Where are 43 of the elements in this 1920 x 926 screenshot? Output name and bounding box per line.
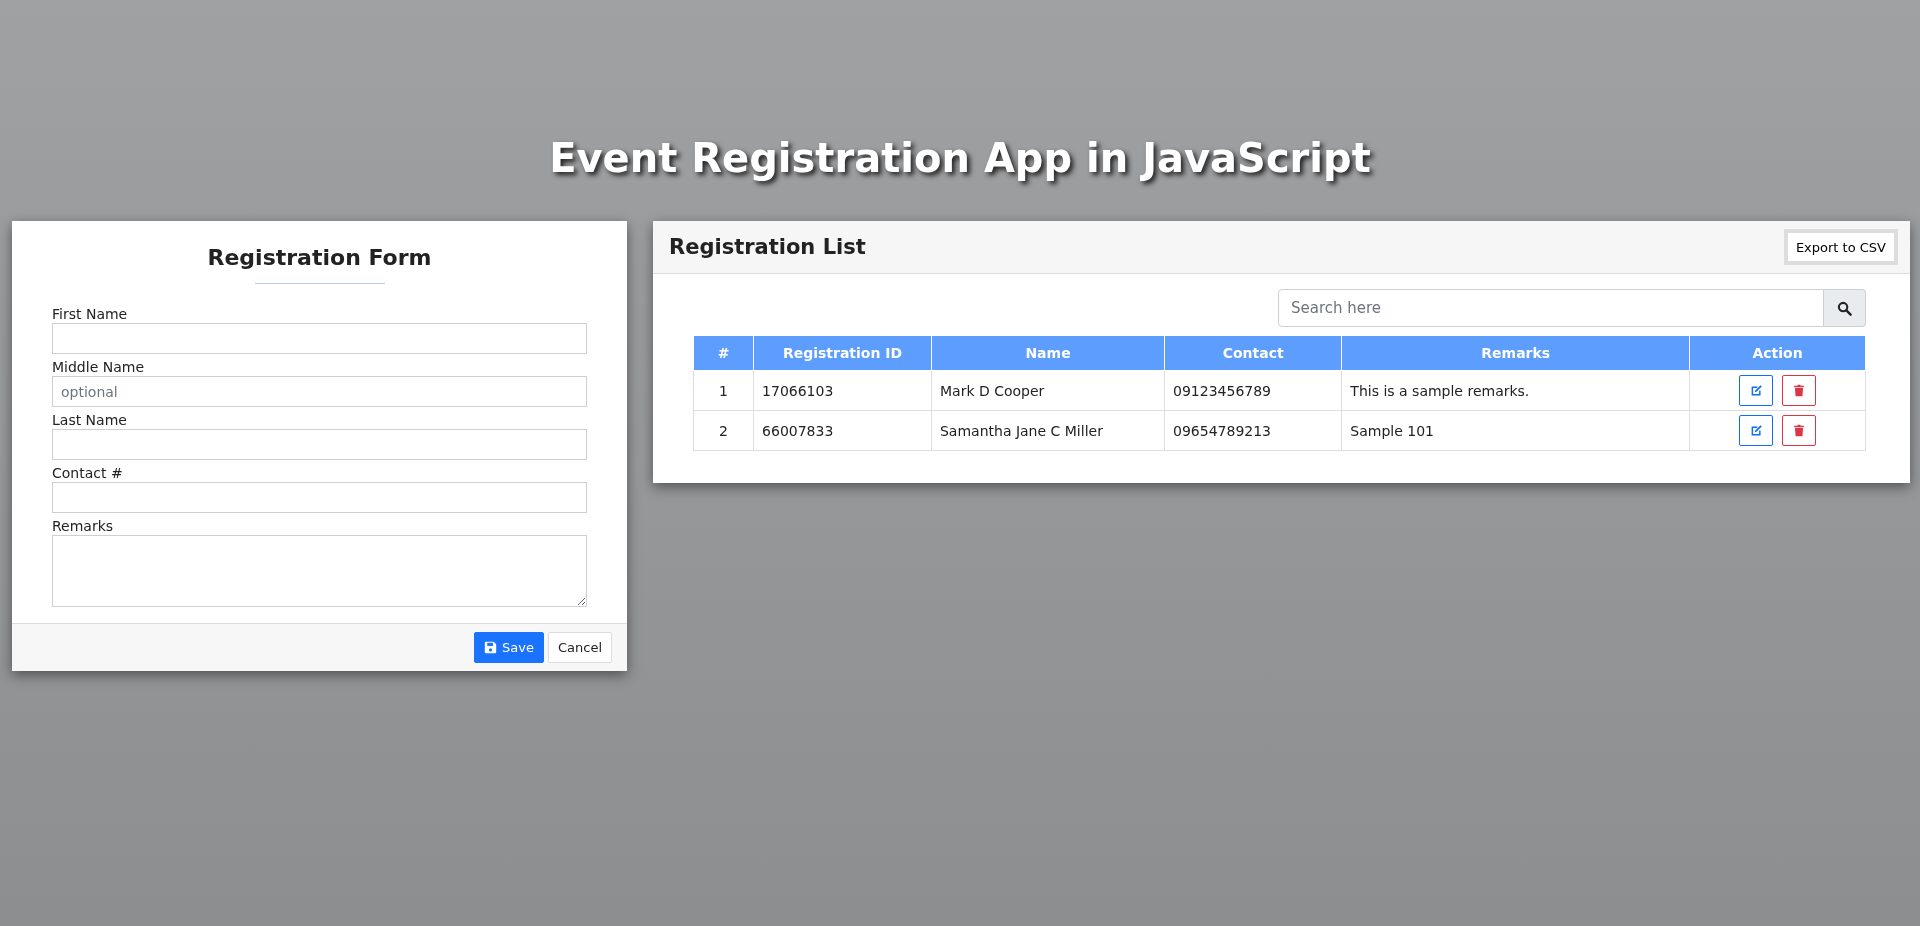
table-cell: This is a sample remarks. <box>1341 370 1690 411</box>
table-cell: 09123456789 <box>1164 370 1342 411</box>
save-button[interactable]: Save <box>474 632 544 663</box>
field-label: Last Name <box>52 412 128 429</box>
export-button[interactable]: Export to CSV <box>1783 229 1898 265</box>
input-field[interactable] <box>52 323 587 354</box>
remarks-field[interactable] <box>52 535 587 607</box>
field-label: First Name <box>52 306 129 323</box>
edit-icon <box>1749 424 1763 437</box>
edit-button[interactable] <box>1739 415 1774 446</box>
trash-icon <box>1792 384 1805 397</box>
column-header: Remarks <box>1341 335 1690 371</box>
field-label: Remarks <box>52 518 115 535</box>
table-cell: Samantha Jane C Miller <box>931 410 1165 451</box>
search-icon <box>1837 300 1852 316</box>
table-cell: 2 <box>693 410 754 451</box>
column-header: Registration ID <box>753 335 932 371</box>
edit-icon <box>1749 384 1763 397</box>
table-cell: Mark D Cooper <box>931 370 1165 411</box>
column-header: Name <box>931 335 1165 371</box>
edit-button[interactable] <box>1739 375 1774 406</box>
table-cell: 1 <box>693 370 754 411</box>
search-button[interactable] <box>1824 289 1866 327</box>
input-field[interactable] <box>52 429 587 460</box>
search-field[interactable]: Search here <box>1278 289 1824 327</box>
table-cell: 09654789213 <box>1164 410 1342 451</box>
delete-button[interactable] <box>1781 375 1816 406</box>
table-cell: Sample 101 <box>1341 410 1690 451</box>
field-label: Contact # <box>52 465 124 482</box>
list-title: Registration List <box>669 235 866 259</box>
trash-icon <box>1792 424 1805 437</box>
table-cell: 17066103 <box>753 370 932 411</box>
field-label: Middle Name <box>52 359 145 376</box>
column-header: Contact <box>1164 335 1342 371</box>
table-cell: 66007833 <box>753 410 932 451</box>
delete-button[interactable] <box>1781 415 1816 446</box>
input-field[interactable]: optional <box>52 376 587 407</box>
page-title: Event Registration App in JavaScript <box>548 134 1372 183</box>
input-field[interactable] <box>52 482 587 513</box>
form-title: Registration Form <box>206 245 433 270</box>
column-header: Action <box>1689 335 1866 371</box>
column-header: # <box>693 335 754 371</box>
cancel-button[interactable]: Cancel <box>547 632 612 663</box>
